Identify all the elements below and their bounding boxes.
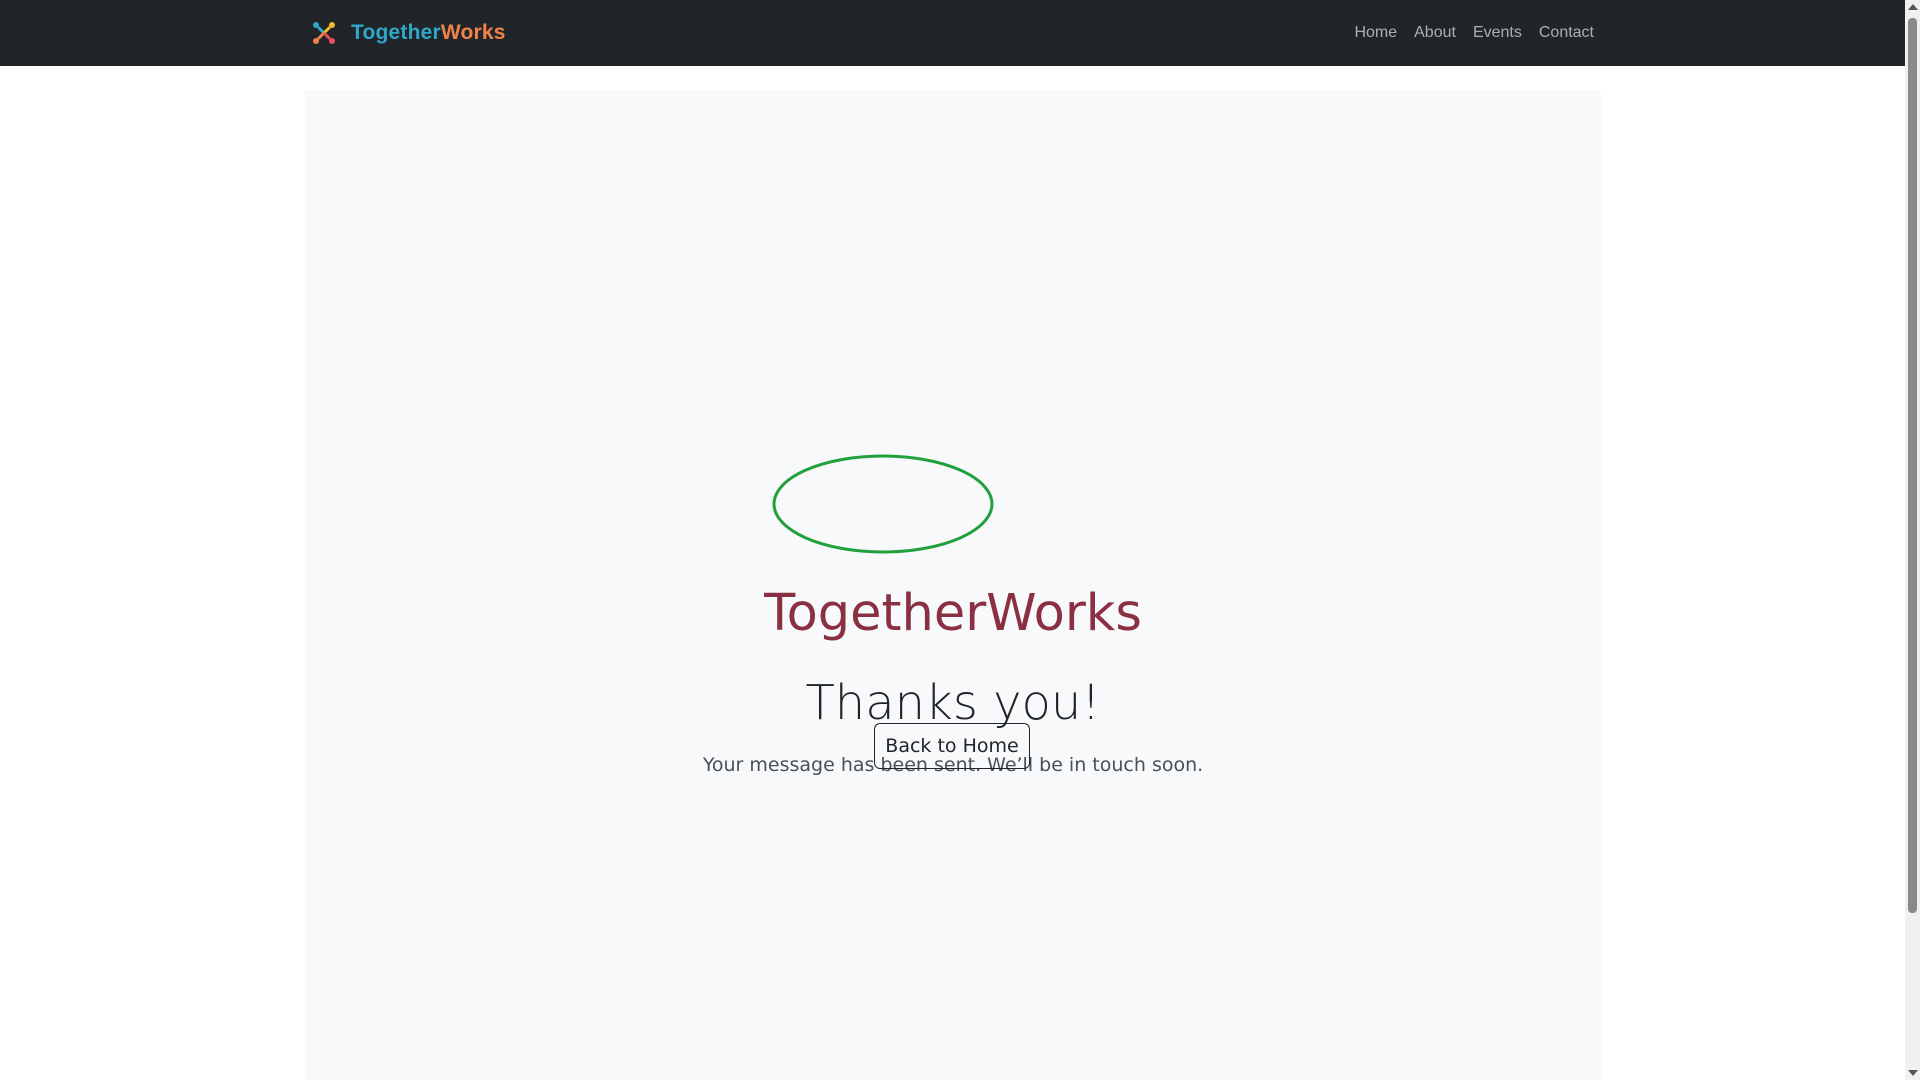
- vertical-scrollbar[interactable]: [1905, 0, 1920, 1080]
- nav-link-home[interactable]: Home: [1354, 24, 1397, 42]
- nav-link-contact[interactable]: Contact: [1539, 24, 1594, 42]
- scrollbar-thumb[interactable]: [1908, 18, 1917, 913]
- brand-name-together: Together: [351, 21, 441, 44]
- brand-name-works: Works: [440, 21, 506, 44]
- hero-logo-text: TogetherWorks: [764, 584, 1142, 643]
- scroll-down-arrow-icon[interactable]: [1908, 1070, 1918, 1076]
- scroll-up-arrow-icon[interactable]: [1908, 4, 1918, 10]
- annotation-circle: [772, 454, 994, 554]
- back-to-home-button[interactable]: Back to Home: [874, 723, 1030, 769]
- nav-link-events[interactable]: Events: [1473, 24, 1522, 42]
- thank-you-panel: TogetherWorks Thanks you! Your message h…: [305, 90, 1601, 1080]
- navbar: TogetherWorks Home About Events Contact: [0, 0, 1905, 66]
- brand-name: TogetherWorks: [351, 21, 506, 45]
- brand-link[interactable]: TogetherWorks: [311, 17, 506, 49]
- brand-logo-icon: [311, 20, 337, 46]
- nav-links: Home About Events Contact: [1354, 0, 1594, 66]
- nav-link-about[interactable]: About: [1414, 24, 1456, 42]
